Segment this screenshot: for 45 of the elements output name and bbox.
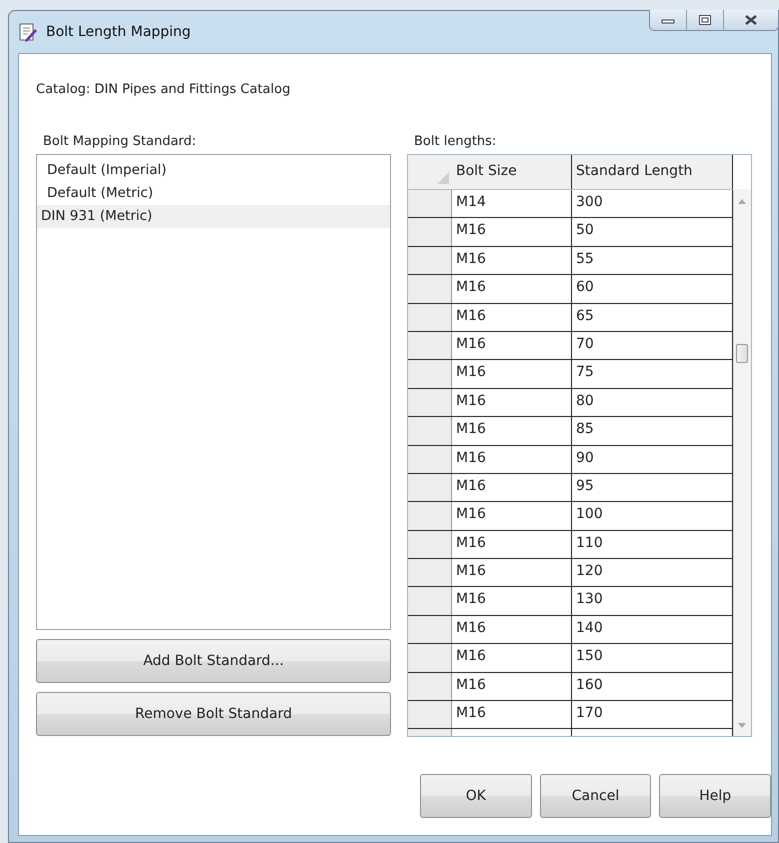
- table-cell: M16: [452, 530, 572, 558]
- scroll-down-icon[interactable]: [738, 723, 746, 728]
- list-item[interactable]: DIN 931 (Metric): [37, 205, 390, 228]
- table-cell: M16: [452, 332, 572, 360]
- row-header[interactable]: [408, 332, 452, 360]
- select-all-icon[interactable]: [437, 172, 449, 184]
- table-cell: M16: [452, 616, 572, 644]
- dialog-button[interactable]: Cancel: [540, 774, 652, 818]
- list-item[interactable]: Default (Metric): [37, 182, 390, 205]
- standard-button[interactable]: Remove Bolt Standard: [36, 692, 391, 736]
- row-header[interactable]: [408, 616, 452, 644]
- table-cell: M16: [452, 644, 572, 672]
- catalog-label: Catalog: DIN Pipes and Fittings Catalog: [36, 82, 292, 99]
- table-cell: M16: [452, 446, 572, 473]
- table-cell: M16: [452, 417, 572, 445]
- row-header[interactable]: [408, 388, 452, 416]
- row-header[interactable]: [408, 246, 452, 274]
- table-cell: M16: [452, 246, 572, 274]
- table-cell: M16: [452, 474, 572, 502]
- dialog-button[interactable]: OK: [420, 774, 532, 818]
- table-cell: M16: [452, 388, 572, 416]
- table-cell: M16: [452, 701, 572, 728]
- standard-label: Bolt Mapping Standard:: [43, 134, 198, 151]
- row-header[interactable]: [408, 530, 452, 558]
- table-cell: M14: [452, 190, 572, 218]
- row-header[interactable]: [408, 474, 452, 502]
- maximize-icon: [698, 14, 712, 26]
- window-title: Bolt Length Mapping: [46, 24, 191, 40]
- edit-icon: [18, 22, 38, 42]
- scroll-up-icon[interactable]: [738, 199, 746, 204]
- table-cell: M16: [452, 275, 572, 303]
- table-cell: M16: [452, 672, 572, 700]
- table-cell: M16: [452, 559, 572, 586]
- close-icon: [743, 14, 759, 26]
- table-cell: M16: [452, 502, 572, 530]
- table-cell: M16: [452, 587, 572, 615]
- table-cell: M16: [452, 304, 572, 331]
- scroll-thumb[interactable]: [736, 344, 748, 363]
- dialog-button[interactable]: Help: [659, 774, 772, 818]
- row-header[interactable]: [408, 672, 452, 700]
- standard-button[interactable]: Add Bolt Standard...: [36, 639, 391, 683]
- list-item[interactable]: Default (Imperial): [37, 159, 390, 182]
- lengths-label: Bolt lengths:: [414, 134, 498, 151]
- table-cell: M16: [452, 218, 572, 246]
- table-cell: M16: [452, 360, 572, 388]
